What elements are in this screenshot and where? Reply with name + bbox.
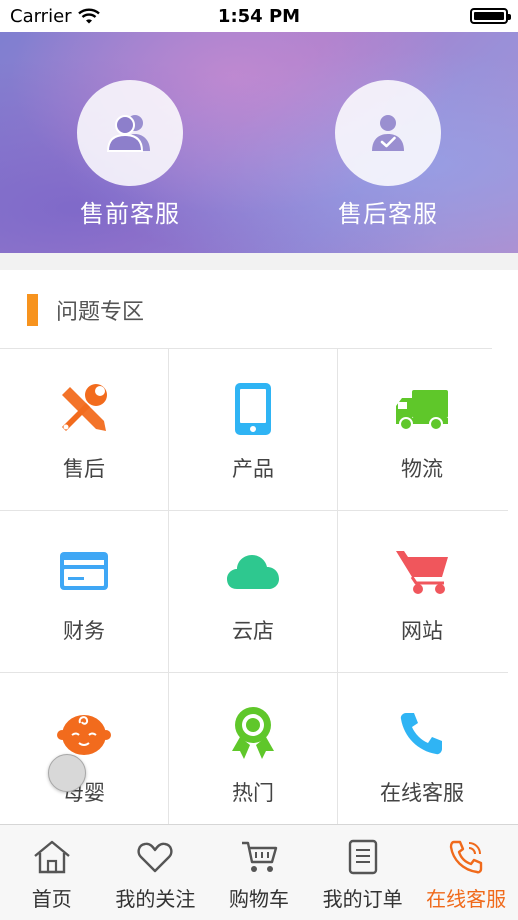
category-website[interactable]: 网站 (338, 511, 506, 672)
truck-icon (392, 379, 452, 439)
cart-icon (240, 837, 278, 877)
after-sale-service-button[interactable]: 售后客服 (308, 80, 468, 229)
tab-online-service[interactable]: 在线客服 (414, 825, 518, 920)
status-left: Carrier (10, 6, 100, 27)
heart-icon (137, 837, 173, 877)
section-title: 问题专区 (56, 299, 145, 325)
phone-call-icon (392, 703, 452, 763)
section-header: 问题专区 (0, 270, 518, 349)
category-label: 售后 (63, 457, 105, 481)
tab-label: 我的关注 (115, 887, 196, 911)
category-label: 物流 (401, 457, 443, 481)
battery-icon (470, 8, 511, 24)
category-label: 财务 (63, 619, 105, 643)
category-label: 云店 (232, 619, 274, 643)
banner: 售前客服 售后客服 (0, 32, 518, 253)
card-icon (54, 541, 114, 601)
wifi-icon (77, 8, 100, 24)
category-label: 在线客服 (380, 781, 464, 805)
tab-orders[interactable]: 我的订单 (311, 825, 415, 920)
category-grid: 售后 产品 物流 财务 云店 网站 母婴 热门 在线客服 (0, 349, 518, 824)
tab-cart[interactable]: 购物车 (207, 825, 311, 920)
tab-favorites[interactable]: 我的关注 (104, 825, 208, 920)
tab-label: 首页 (31, 887, 72, 911)
pre-sale-label: 售前客服 (80, 200, 180, 228)
cloud-icon (223, 541, 283, 601)
award-icon (223, 703, 283, 763)
tab-bar: 首页 我的关注 购物车 我的订单 在线客服 (0, 824, 518, 920)
tab-label: 购物车 (228, 887, 289, 911)
category-mother-baby[interactable]: 母婴 (0, 673, 168, 834)
category-logistics[interactable]: 物流 (338, 349, 506, 510)
category-hot[interactable]: 热门 (169, 673, 337, 834)
tab-label: 在线客服 (426, 887, 507, 911)
category-cloud-store[interactable]: 云店 (169, 511, 337, 672)
after-sale-circle (335, 80, 441, 186)
after-sale-label: 售后客服 (338, 200, 438, 228)
users-icon (106, 115, 150, 152)
wrench-screwdriver-icon (54, 379, 114, 439)
category-product[interactable]: 产品 (169, 349, 337, 510)
category-after-sale[interactable]: 售后 (0, 349, 168, 510)
category-label: 网站 (401, 619, 443, 643)
status-bar: Carrier 1:54 PM (0, 0, 518, 32)
category-online-service[interactable]: 在线客服 (338, 673, 506, 834)
category-label: 产品 (232, 457, 274, 481)
pre-sale-circle (77, 80, 183, 186)
section-accent-bar (27, 293, 38, 326)
phone-icon (223, 379, 283, 439)
category-label: 热门 (232, 781, 274, 805)
tab-label: 我的订单 (322, 887, 403, 911)
pre-sale-service-button[interactable]: 售前客服 (50, 80, 210, 229)
category-finance[interactable]: 财务 (0, 511, 168, 672)
phone-icon (448, 837, 484, 877)
order-list-icon (348, 837, 378, 877)
carrier-label: Carrier (10, 5, 72, 27)
assistive-touch-button[interactable] (48, 754, 86, 792)
home-icon (32, 837, 72, 877)
tab-home[interactable]: 首页 (0, 825, 104, 920)
user-check-icon (372, 115, 404, 151)
cart-icon (392, 541, 452, 601)
